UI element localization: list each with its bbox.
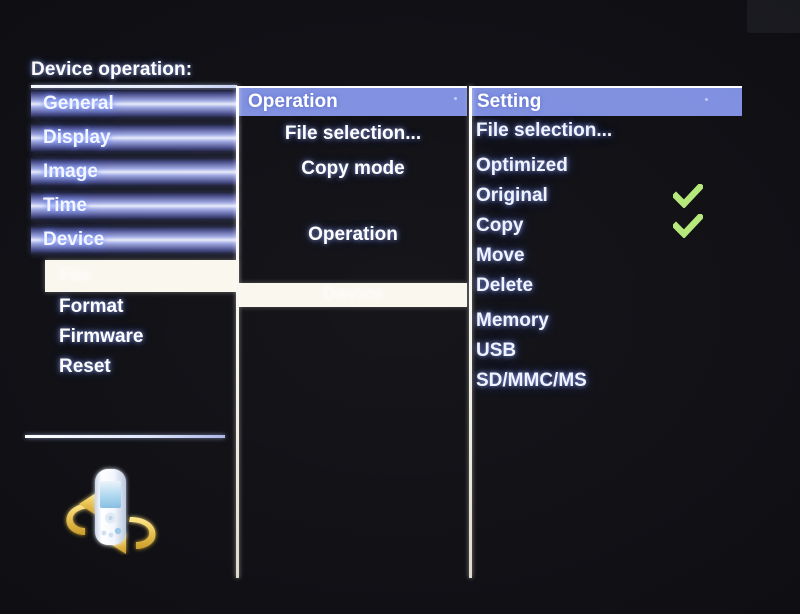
setting-item-label: Delete bbox=[476, 275, 534, 296]
operation-item-operation[interactable]: Operation bbox=[239, 217, 467, 252]
sidebar-bottom-divider bbox=[25, 435, 225, 438]
column-divider-2 bbox=[469, 86, 472, 578]
setting-item-optimized[interactable]: Optimized bbox=[472, 151, 742, 181]
checkmark-icon bbox=[671, 212, 705, 239]
setting-column: Setting File selection... Optimized Origin… bbox=[472, 86, 742, 396]
setting-item-delete[interactable]: Delete bbox=[472, 271, 742, 301]
sidebar-subitem-label: Firmware bbox=[59, 326, 144, 347]
setting-item-label: Memory bbox=[476, 310, 549, 331]
setting-item-sd-mmc-ms[interactable]: SD/MMC/MS bbox=[472, 366, 742, 396]
operation-list-spacer bbox=[239, 186, 467, 217]
sidebar-subitem-label: File bbox=[59, 265, 92, 286]
sidebar-item-image[interactable]: Image bbox=[31, 158, 237, 186]
checkmark-icon bbox=[671, 182, 705, 209]
operation-column-header: Operation bbox=[239, 86, 467, 116]
sidebar-item-label: Time bbox=[43, 195, 88, 216]
sidebar-item-label: General bbox=[43, 93, 114, 114]
setting-item-memory[interactable]: Memory bbox=[472, 306, 742, 336]
operation-item-file-selection[interactable]: File selection... bbox=[239, 116, 467, 151]
setting-column-header-label: Setting bbox=[477, 91, 542, 112]
setting-item-label: USB bbox=[476, 340, 517, 361]
sidebar-item-general[interactable]: General bbox=[31, 90, 237, 118]
setting-item-label: Optimized bbox=[476, 155, 568, 176]
usb-media-player-rotate-icon bbox=[48, 455, 188, 555]
setting-item-move[interactable]: Move bbox=[472, 241, 742, 271]
operation-list-spacer bbox=[239, 252, 467, 283]
sidebar-item-time[interactable]: Time bbox=[31, 192, 237, 220]
sidebar-item-label: Image bbox=[43, 161, 98, 182]
setting-item-label: Copy bbox=[476, 215, 524, 236]
column-divider-1 bbox=[236, 86, 239, 578]
sidebar-subitem-firmware[interactable]: Firmware bbox=[45, 322, 237, 352]
setting-item-label: Move bbox=[476, 245, 525, 266]
operation-item-device[interactable]: Device bbox=[239, 283, 467, 307]
operation-column: Operation File selection... Copy mode Oper… bbox=[239, 86, 467, 307]
sidebar-item-label: Display bbox=[43, 127, 111, 148]
operation-list: File selection... Copy mode Operation Devic… bbox=[239, 116, 467, 307]
sidebar-subitem-label: Format bbox=[59, 296, 124, 317]
setting-list: File selection... Optimized Original Copy Mo… bbox=[472, 116, 742, 396]
setting-item-label: Original bbox=[476, 185, 548, 206]
operation-item-label: Device bbox=[322, 284, 384, 305]
sidebar-subitem-reset[interactable]: Reset bbox=[45, 352, 237, 382]
screen-corner-artifact bbox=[747, 0, 800, 33]
operation-column-header-label: Operation bbox=[248, 91, 338, 112]
title-divider bbox=[31, 85, 237, 88]
sidebar-subitem-format[interactable]: Format bbox=[45, 292, 237, 322]
sidebar-item-label: Device bbox=[43, 229, 105, 250]
sidebar-item-device[interactable]: Device bbox=[31, 226, 237, 254]
operation-item-copy-mode[interactable]: Copy mode bbox=[239, 151, 467, 186]
sidebar: General Display Image Time Device File Format F… bbox=[31, 90, 237, 382]
header-dot-icon bbox=[705, 98, 708, 101]
setting-item-label: File selection... bbox=[476, 120, 613, 141]
setting-column-header: Setting bbox=[472, 86, 742, 116]
page-title: Device operation: bbox=[31, 59, 193, 80]
operation-item-label: Copy mode bbox=[301, 157, 405, 179]
header-dot-icon bbox=[454, 97, 457, 100]
setting-item-copy[interactable]: Copy bbox=[472, 211, 742, 241]
sidebar-subitem-label: Reset bbox=[59, 356, 111, 377]
setting-item-usb[interactable]: USB bbox=[472, 336, 742, 366]
setting-item-file-selection[interactable]: File selection... bbox=[472, 116, 742, 146]
setting-item-label: SD/MMC/MS bbox=[476, 370, 587, 391]
operation-item-label: File selection... bbox=[284, 122, 422, 144]
operation-item-label: Operation bbox=[308, 223, 398, 245]
sidebar-item-display[interactable]: Display bbox=[31, 124, 237, 152]
sidebar-subitem-file[interactable]: File bbox=[45, 260, 237, 292]
setting-item-original[interactable]: Original bbox=[472, 181, 742, 211]
device-menu-screen: Device operation: General Display Image Tim… bbox=[0, 0, 800, 614]
